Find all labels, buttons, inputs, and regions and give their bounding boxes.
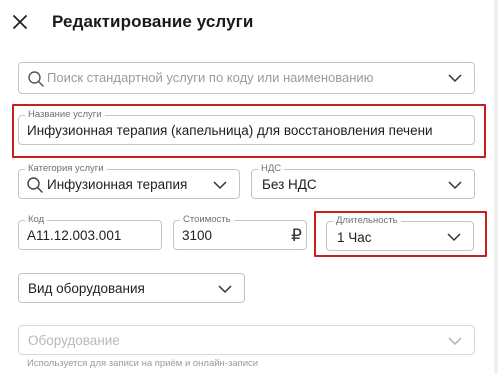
category-select[interactable]: Категория услуги Инфузионная терапия bbox=[18, 163, 240, 199]
chevron-down-icon[interactable] bbox=[447, 233, 461, 242]
chevron-down-icon[interactable] bbox=[213, 181, 227, 190]
price-input[interactable]: 3100 bbox=[182, 228, 212, 243]
vat-label: НДС bbox=[258, 163, 285, 175]
service-name-input[interactable]: Инфузионная терапия (капельница) для вос… bbox=[27, 123, 433, 138]
category-value: Инфузионная терапия bbox=[47, 177, 188, 192]
search-icon bbox=[28, 71, 44, 87]
vat-value: Без НДС bbox=[262, 177, 317, 192]
service-name-label: Название услуги bbox=[25, 109, 105, 121]
category-label: Категория услуги bbox=[25, 163, 107, 175]
search-icon bbox=[27, 177, 43, 193]
code-field[interactable]: Код A11.12.003.001 bbox=[18, 214, 162, 250]
chevron-down-icon[interactable] bbox=[448, 337, 462, 346]
chevron-down-icon[interactable] bbox=[218, 285, 232, 294]
code-label: Код bbox=[25, 214, 48, 226]
equipment-type-value: Вид оборудования bbox=[28, 281, 145, 296]
page-title: Редактирование услуги bbox=[52, 12, 254, 31]
chevron-down-icon[interactable] bbox=[448, 74, 462, 83]
standard-service-search[interactable]: Поиск стандартной услуги по коду или наи… bbox=[18, 62, 475, 94]
scrollbar-track[interactable] bbox=[494, 0, 498, 373]
equipment-helper-text: Используется для записи на приём и онлай… bbox=[27, 358, 259, 369]
equipment-placeholder: Оборудование bbox=[28, 333, 120, 348]
duration-value: 1 Час bbox=[337, 230, 372, 245]
price-label: Стоимость bbox=[180, 214, 234, 226]
price-field[interactable]: Стоимость 3100 ₽ bbox=[173, 214, 307, 250]
service-name-field[interactable]: Название услуги Инфузионная терапия (кап… bbox=[18, 109, 475, 145]
code-input[interactable]: A11.12.003.001 bbox=[27, 228, 121, 243]
chevron-down-icon[interactable] bbox=[448, 181, 462, 190]
close-icon bbox=[13, 15, 27, 29]
duration-label: Длительность bbox=[333, 215, 401, 227]
equipment-select[interactable]: Оборудование bbox=[18, 325, 475, 355]
ruble-icon: ₽ bbox=[291, 226, 302, 245]
equipment-type-select[interactable]: Вид оборудования bbox=[18, 273, 245, 303]
vat-select[interactable]: НДС Без НДС bbox=[251, 163, 475, 199]
close-button[interactable] bbox=[10, 11, 30, 33]
duration-select[interactable]: Длительность 1 Час bbox=[326, 215, 474, 251]
search-input[interactable]: Поиск стандартной услуги по коду или наи… bbox=[47, 70, 373, 85]
